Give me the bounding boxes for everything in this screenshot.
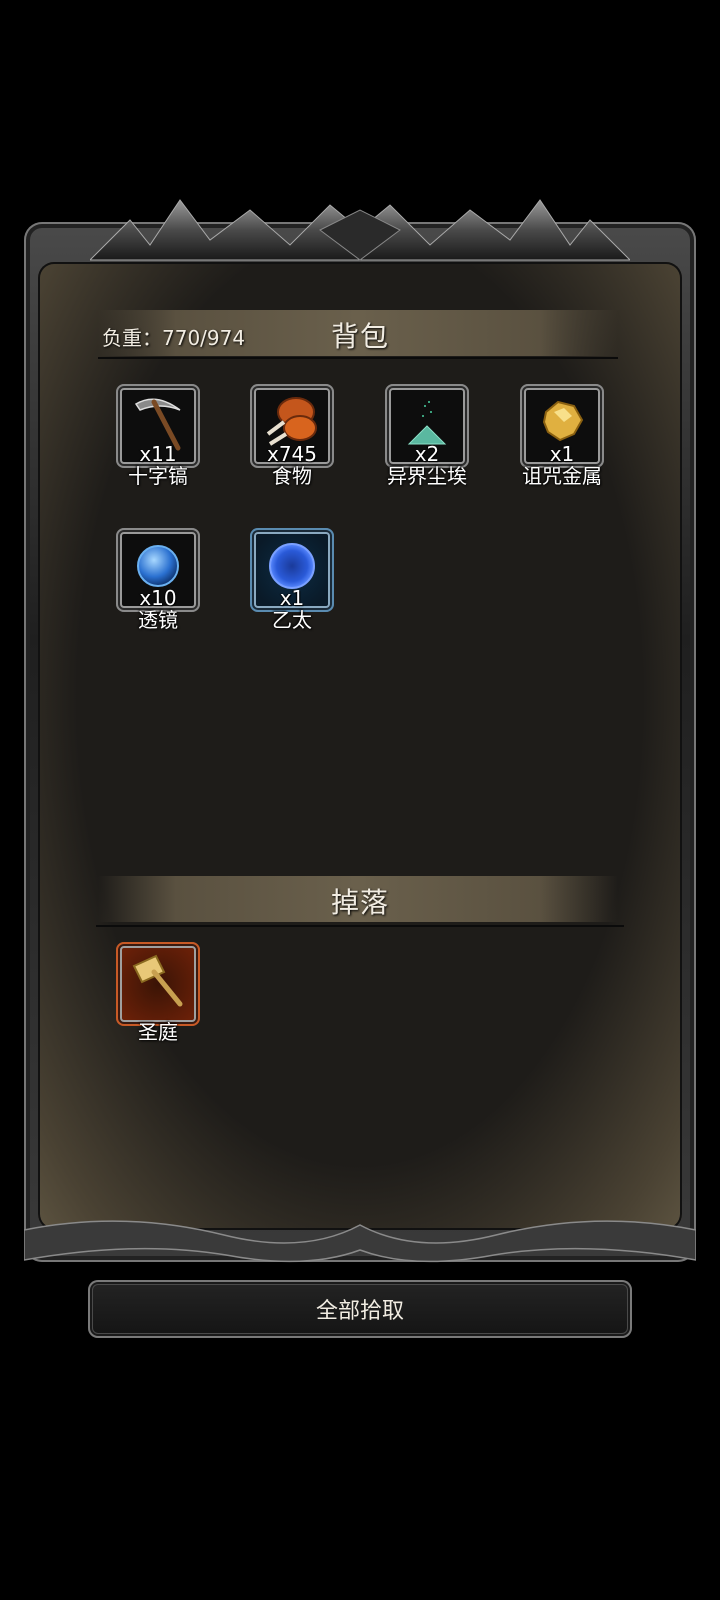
frame-crown-ornament <box>90 199 630 261</box>
pickup-all-button[interactable]: 全部拾取 <box>88 1280 632 1338</box>
frame-bottom-ornament <box>24 1220 696 1263</box>
bag-slot-ether[interactable]: x1 <box>250 528 334 612</box>
item-name: 乙太 <box>272 608 312 632</box>
item-name: 透镜 <box>138 608 178 632</box>
hammer-icon <box>132 954 183 1007</box>
bag-slot-lens[interactable]: x10 <box>116 528 200 612</box>
bag-slot-dust[interactable]: x2 <box>385 384 469 468</box>
drop-header-divider <box>96 925 624 927</box>
item-name: 圣庭 <box>138 1020 178 1044</box>
bag-slot-cursed-metal[interactable]: x1 <box>520 384 604 468</box>
drop-title: 掉落 <box>331 886 390 919</box>
drop-slot-hammer[interactable] <box>116 942 200 1026</box>
bag-slot-food[interactable]: x745 <box>250 384 334 468</box>
item-name: 诅咒金属 <box>522 464 602 488</box>
bag-slot-pickaxe[interactable]: x11 <box>116 384 200 468</box>
bag-title: 背包 <box>331 320 390 353</box>
weight-label: 负重：770/974 <box>102 326 246 350</box>
item-name: 异界尘埃 <box>387 464 467 488</box>
item-name: 食物 <box>272 464 312 488</box>
bag-header-divider <box>98 357 618 359</box>
item-name: 十字镐 <box>128 464 188 488</box>
